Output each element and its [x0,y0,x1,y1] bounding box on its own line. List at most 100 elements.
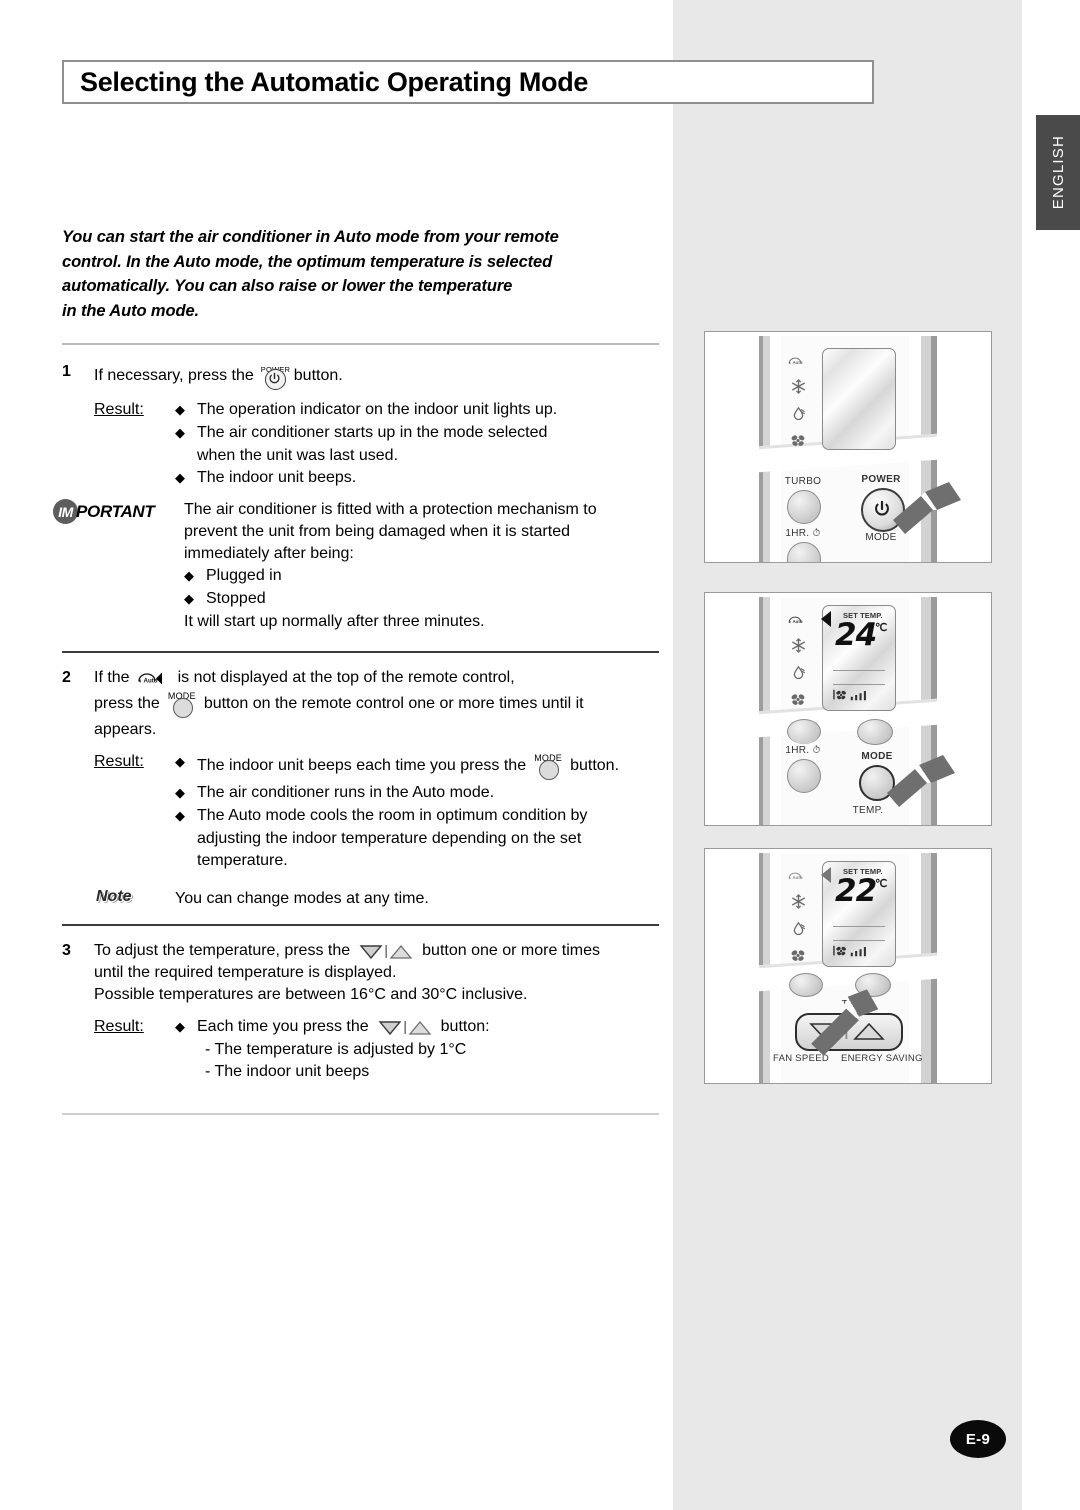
temp-up-down-icon[interactable] [376,1018,434,1036]
diamond-bullet-icon: ◆ [184,568,194,583]
step-1-number: 1 [62,363,71,380]
result-item-text-after: button: [440,1018,490,1035]
step-3-number: 3 [62,942,71,959]
svg-text:Auto: Auto [793,875,803,880]
diamond-bullet-icon: ◆ [175,785,185,800]
important-block: IM PORTANT The air conditioner is fitted… [53,499,662,633]
diamond-bullet-icon: ◆ [175,470,185,485]
clock-icon: ⏱ [812,745,821,756]
page-title-box: Selecting the Automatic Operating Mode [62,60,874,104]
remote-mode-indicator-icons: Auto [787,354,809,453]
result-item: ◆ The Auto mode cools the room in optimu… [175,805,662,827]
step-1-body: If necessary, press the POWER button. Re… [94,361,662,489]
svg-text:Auto: Auto [793,619,803,624]
dry-drop-icon [791,665,806,685]
svg-text:Auto: Auto [143,677,157,684]
mode-icon-knob [172,698,193,718]
remote-lcd-display: SET TEMP. 24 ℃ [821,605,896,711]
step-3-result: Result: ◆ Each time you press the button… [94,1016,662,1083]
result-item: ◆ Each time you press the button: [175,1016,662,1038]
step-2-text-mid-1: is not displayed at the top of the remot… [177,669,515,686]
page-title: Selecting the Automatic Operating Mode [80,66,589,97]
auto-icon: Auto [787,354,809,372]
note-block: Note You can change modes at any time. [62,888,662,916]
important-bullet-text: Stopped [206,590,266,607]
auto-icon: Auto [787,869,809,887]
remote-lcd-display [822,348,896,450]
hand-pointer-icon [887,480,965,549]
mode-icon-knob [539,760,560,780]
important-line-3: immediately after being: [184,545,354,562]
illustration-panel-temp: SET TEMP. 22 ℃ Auto FAN SPEED ENERGY SAV… [704,848,992,1084]
one-hour-button-label: 1HR. ⏱ [773,528,833,539]
one-hour-button-label: 1HR. ⏱ [773,745,833,756]
temp-up-down-icon[interactable] [357,942,415,960]
diamond-bullet-icon: ◆ [175,754,185,769]
diamond-bullet-icon: ◆ [175,425,185,440]
power-button-icon[interactable]: POWER [261,361,290,391]
step-3-text-before: To adjust the temperature, press the [94,942,351,959]
step-3-result-items: ◆ Each time you press the button: - The … [175,1016,662,1083]
step-2-text-after: appears. [94,721,157,738]
content-column: You can start the air conditioner in Aut… [53,225,662,1115]
sub-result: - The temperature is adjusted by 1°C [205,1041,467,1058]
important-label-text: PORTANT [76,501,155,521]
svg-text:Auto: Auto [793,360,803,365]
step-3-line-2: until the required temperature is displa… [94,964,397,981]
power-button[interactable] [857,719,893,745]
result-item-text-after: button. [570,757,620,774]
page-number-text: E-9 [965,1430,991,1448]
turbo-button[interactable] [787,719,821,744]
page-number-badge: E-9 [950,1420,1006,1458]
illustration-panel-mode: SET TEMP. 24 ℃ Auto 1HR. ⏱ MODE TEMP. [704,592,992,826]
illustration-panel-power: Auto TURBO 1HR. ⏱ POWER MODE [704,331,992,563]
one-hour-button[interactable] [787,759,821,793]
temp-unit: ℃ [875,622,888,634]
intro-line-1: You can start the air conditioner in Aut… [62,228,559,246]
result-item: ◆ The indoor unit beeps. [175,467,662,489]
result-item-continuation: when the unit was last used. [197,447,399,464]
fan-icon [790,692,806,712]
mode-button-icon[interactable]: MODE [533,751,563,781]
turbo-button[interactable] [787,490,821,524]
one-hour-label-text: 1HR. [785,745,810,756]
remote-lcd-display: SET TEMP. 22 ℃ [821,861,896,967]
set-temp-value: 24 [835,617,877,653]
hand-pointer-icon [807,989,887,1070]
one-hour-label-text: 1HR. [785,528,810,539]
step-1: 1 If necessary, press the POWER button. … [62,361,662,489]
step-2-text-mid-2: press the [94,695,160,712]
auto-icon: Auto [787,613,809,631]
snowflake-icon [791,894,806,914]
diamond-bullet-icon: ◆ [175,808,185,823]
hand-pointer-icon [881,753,959,822]
fan-icon [790,433,806,453]
turbo-button-label: TURBO [784,476,822,487]
intro-line-4: in the Auto mode. [62,301,200,320]
remote-control-graphic: SET TEMP. 22 ℃ Auto FAN SPEED ENERGY SAV… [759,849,937,1083]
important-line-1: The air conditioner is fitted with a pro… [184,501,597,518]
power-icon-knob [264,369,286,390]
result-item-continuation: temperature. [197,852,288,869]
diamond-bullet-icon: ◆ [175,1019,185,1034]
step-3-text-after: button one or more times [422,942,601,959]
mode-button-icon[interactable]: MODE [167,689,197,719]
clock-icon: ⏱ [812,528,821,539]
dry-drop-icon [791,406,806,426]
result-item-text: The indoor unit beeps each time you pres… [197,757,527,774]
sub-result: - The indoor unit beeps [205,1063,370,1080]
important-closing: It will start up normally after three mi… [184,613,485,630]
result-item-text: The air conditioner starts up in the mod… [197,424,548,441]
result-item: ◆ The air conditioner starts up in the m… [175,422,662,444]
lcd-divider [833,670,885,671]
diamond-bullet-icon: ◆ [175,402,185,417]
note-label: Note [96,888,132,905]
result-item: ◆ The air conditioner runs in the Auto m… [175,782,662,804]
remote-control-graphic: Auto TURBO 1HR. ⏱ POWER MODE [759,332,961,562]
important-bullet: ◆ Plugged in [184,565,662,587]
divider-before-step-2 [62,651,659,653]
language-tab-english: ENGLISH [1036,115,1080,230]
result-item-text: The operation indicator on the indoor un… [197,401,558,418]
language-tab-label: ENGLISH [1049,135,1067,210]
step-2-text-before: If the [94,669,130,686]
